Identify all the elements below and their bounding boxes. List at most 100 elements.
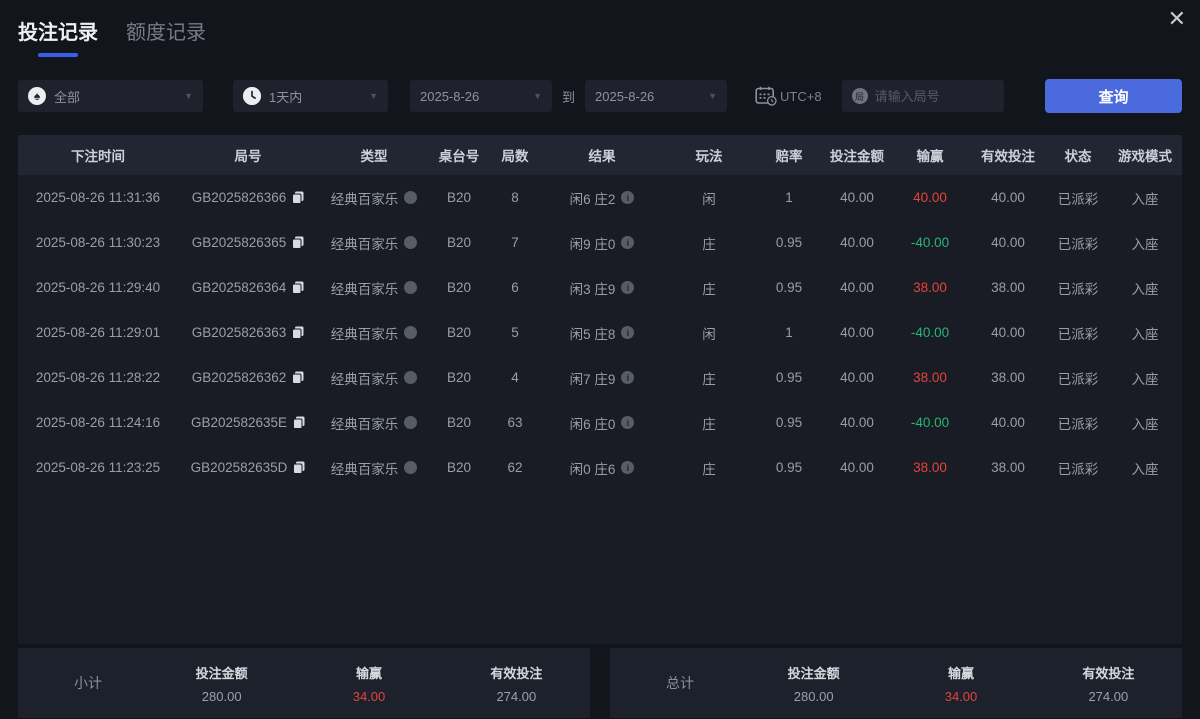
game-type-badge-icon: [404, 281, 418, 294]
col-header-6: 玩法: [695, 149, 723, 164]
copy-icon[interactable]: [293, 461, 305, 474]
cell-play: 庄: [702, 236, 716, 252]
cell-odds: 1: [785, 325, 793, 340]
tab-quota-records[interactable]: 额度记录: [126, 16, 206, 45]
table-row: 2025-08-26 11:30:23 GB2025826365 经典百家乐 B20 7…: [18, 220, 1182, 265]
copy-icon[interactable]: [292, 326, 304, 339]
col-header-10: 有效投注: [981, 149, 1035, 164]
timezone-indicator: UTC+8: [755, 86, 822, 106]
chevron-down-icon: ▼: [369, 91, 378, 101]
cell-win-loss: 38.00: [913, 370, 947, 385]
cell-valid-bet: 40.00: [991, 235, 1025, 250]
cell-round-count: 4: [511, 370, 519, 385]
date-to-value: 2025-8-26: [595, 88, 655, 104]
chevron-down-icon: ▼: [184, 91, 193, 101]
date-from-value: 2025-8-26: [420, 88, 480, 104]
info-icon[interactable]: i: [621, 461, 635, 474]
cell-valid-bet: 40.00: [991, 415, 1025, 430]
copy-icon[interactable]: [292, 281, 304, 294]
total-winloss: 输赢 34.00: [944, 665, 978, 704]
cell-bet-amount: 40.00: [840, 325, 874, 340]
cell-bet-amount: 40.00: [840, 415, 874, 430]
cell-game-type: 经典百家乐: [318, 413, 430, 433]
subtotal-bet-amount: 投注金额 280.00: [195, 665, 248, 704]
cell-round-count: 5: [511, 325, 519, 340]
cell-bet-time: 2025-08-26 11:31:36: [35, 190, 161, 205]
col-header-12: 游戏模式: [1118, 149, 1172, 164]
cell-odds: 0.95: [775, 280, 803, 295]
cell-odds: 1: [785, 190, 793, 205]
col-header-7: 赔率: [775, 149, 803, 164]
cell-bet-amount: 40.00: [840, 235, 874, 250]
subtotal-label: 小计: [74, 675, 102, 691]
cell-result: 闲5 庄8 i: [542, 323, 662, 343]
bet-records-table: 下注时间 局号 类型 桌台号 局数 结果 玩法 赔率 投注金额 输赢 有效投注 状态 游戏模式 2025…: [18, 135, 1182, 644]
game-type-dropdown[interactable]: ♠ 全部 ▼: [18, 80, 203, 112]
table-row: 2025-08-26 11:23:25 GB202582635D 经典百家乐 B20 6…: [18, 445, 1182, 490]
total-valid-bet: 有效投注 274.00: [1082, 665, 1135, 704]
info-icon[interactable]: i: [621, 281, 635, 294]
table-header-row: 下注时间 局号 类型 桌台号 局数 结果 玩法 赔率 投注金额 输赢 有效投注 状态 游戏模式: [18, 135, 1182, 175]
cell-round-count: 63: [507, 415, 523, 430]
cell-game-mode: 入座: [1131, 371, 1159, 387]
table-row: 2025-08-26 11:24:16 GB202582635E 经典百家乐 B20 6…: [18, 400, 1182, 445]
cell-bet-time: 2025-08-26 11:28:22: [35, 370, 161, 385]
time-range-dropdown[interactable]: 1天内 ▼: [233, 80, 388, 112]
cell-win-loss: 40.00: [913, 190, 947, 205]
tab-bet-records-label: 投注记录: [18, 22, 98, 44]
date-from-select[interactable]: 2025-8-26 ▼: [410, 80, 552, 112]
timezone-label: UTC+8: [780, 88, 822, 104]
total-label: 总计: [666, 675, 694, 691]
cell-status: 已派彩: [1057, 326, 1099, 342]
cell-valid-bet: 40.00: [991, 190, 1025, 205]
cell-game-mode: 入座: [1131, 461, 1159, 477]
cell-valid-bet: 38.00: [991, 370, 1025, 385]
game-type-badge-icon: [404, 326, 418, 339]
table-row: 2025-08-26 11:31:36 GB2025826366 经典百家乐 B20 8…: [18, 175, 1182, 220]
copy-icon[interactable]: [293, 416, 305, 429]
cell-round-id: GB2025826363: [178, 325, 318, 340]
cell-win-loss: -40.00: [910, 235, 950, 250]
cell-game-mode: 入座: [1131, 416, 1159, 432]
game-type-dropdown-value: 全部: [54, 89, 81, 105]
info-icon[interactable]: i: [621, 236, 635, 249]
round-search-field[interactable]: 局: [841, 80, 1004, 112]
info-icon[interactable]: i: [621, 416, 635, 429]
table-row: 2025-08-26 11:29:01 GB2025826363 经典百家乐 B20 5…: [18, 310, 1182, 355]
round-badge-icon: 局: [851, 88, 868, 104]
subtotal-panel: 小计 投注金额 280.00 输赢 34.00 有效投注 274.00: [18, 648, 590, 718]
copy-icon[interactable]: [292, 236, 304, 249]
cell-play: 闲: [702, 191, 716, 207]
query-button[interactable]: 查询: [1045, 79, 1182, 113]
cell-game-type: 经典百家乐: [318, 323, 430, 343]
close-icon[interactable]: ✕: [1168, 8, 1186, 30]
cell-game-type: 经典百家乐: [318, 368, 430, 388]
cell-odds: 0.95: [775, 235, 803, 250]
table-body: 2025-08-26 11:31:36 GB2025826366 经典百家乐 B20 8…: [18, 175, 1182, 490]
date-to-select[interactable]: 2025-8-26 ▼: [585, 80, 728, 112]
cell-valid-bet: 38.00: [991, 460, 1025, 475]
info-icon[interactable]: i: [621, 191, 635, 204]
cell-valid-bet: 38.00: [991, 280, 1025, 295]
round-search-input[interactable]: [874, 88, 994, 104]
cell-round-count: 62: [507, 460, 523, 475]
col-header-3: 桌台号: [438, 149, 480, 164]
cell-round-count: 7: [511, 235, 519, 250]
col-header-8: 投注金额: [830, 149, 884, 164]
info-icon[interactable]: i: [621, 371, 635, 384]
copy-icon[interactable]: [292, 371, 304, 384]
copy-icon[interactable]: [292, 191, 304, 204]
cell-round-id: GB202582635E: [178, 415, 318, 430]
cell-bet-time: 2025-08-26 11:30:23: [35, 235, 161, 250]
game-type-badge-icon: [404, 461, 418, 474]
cell-table-no: B20: [446, 235, 472, 250]
clock-icon: [243, 87, 261, 105]
col-header-0: 下注时间: [71, 149, 125, 164]
cell-odds: 0.95: [775, 415, 803, 430]
cell-bet-time: 2025-08-26 11:29:40: [35, 280, 161, 295]
cell-round-id: GB2025826366: [178, 190, 318, 205]
info-icon[interactable]: i: [621, 326, 635, 339]
cell-bet-time: 2025-08-26 11:24:16: [35, 415, 161, 430]
col-header-5: 结果: [588, 149, 616, 164]
tab-bet-records[interactable]: 投注记录: [18, 16, 98, 57]
